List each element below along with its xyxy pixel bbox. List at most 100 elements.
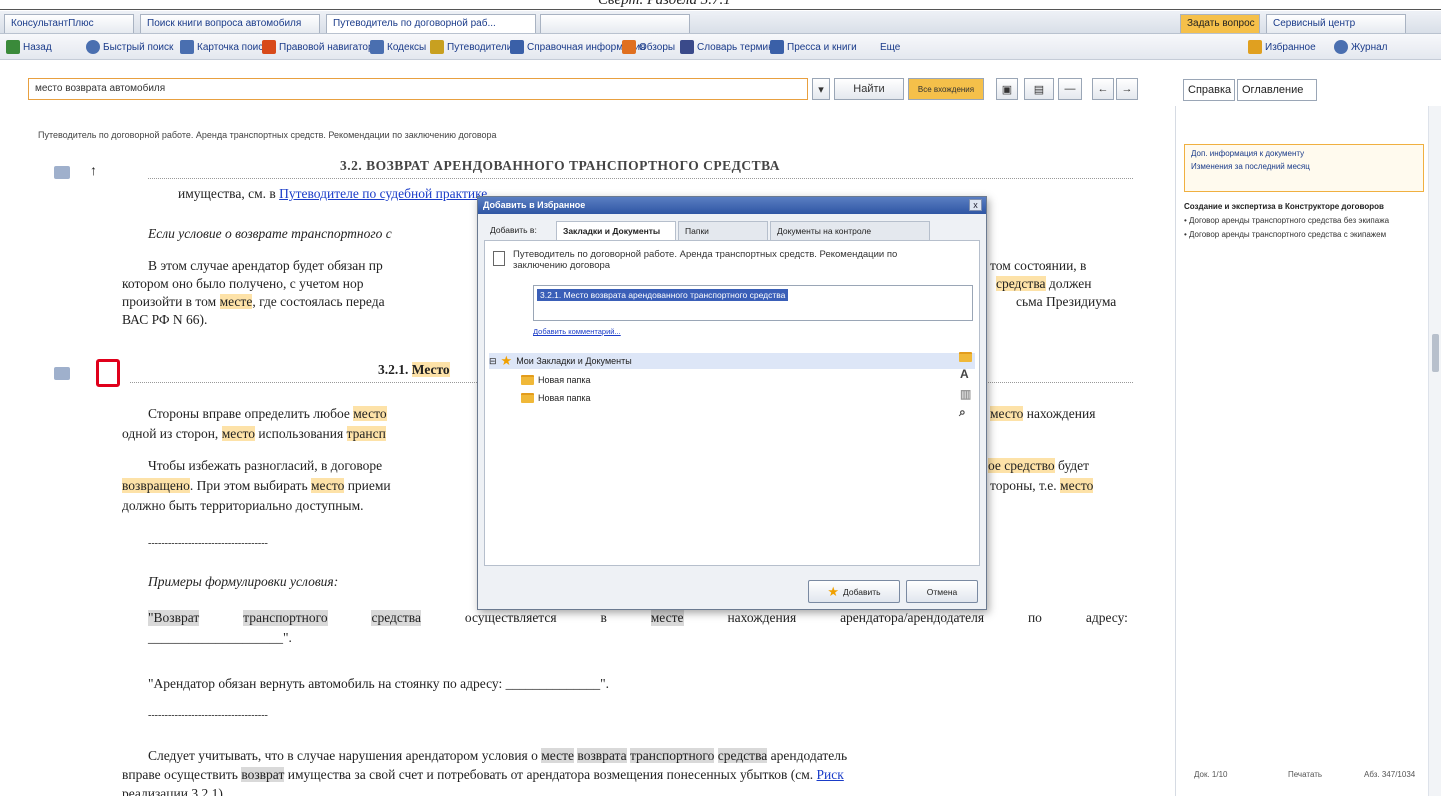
text-line: тороны, т.е. [990, 478, 1061, 493]
text-line: использования [255, 426, 347, 441]
add-to-label: Добавить в: [490, 225, 537, 235]
examples-title: Примеры формулировки условия: [148, 574, 339, 589]
text-line: Чтобы избежать разногласий, в договоре [148, 458, 383, 473]
service-center-link[interactable]: Сервисный центр [1266, 14, 1406, 33]
text-line: должно быть территориально доступным. [122, 498, 364, 513]
find-button[interactable]: Найти [834, 78, 904, 100]
guide-link[interactable]: Путеводителе по судебной практике. [279, 186, 491, 201]
scrollbar-thumb[interactable] [1432, 334, 1439, 372]
collapse-icon[interactable]: ⊟ [489, 356, 497, 367]
close-icon[interactable]: x [969, 199, 982, 211]
navigator-icon [262, 40, 276, 54]
text-line: , где состоялась переда [252, 294, 385, 309]
tab-contents[interactable]: Оглавление [1237, 79, 1317, 101]
bookmark-name-field[interactable]: 3.2.1. Место возврата арендованного тран… [533, 285, 973, 321]
highlight: место [310, 478, 345, 493]
search-input[interactable]: место возврата автомобиля [28, 78, 808, 100]
legal-navigator-button[interactable]: Правовой навигатор [262, 38, 374, 56]
history-button[interactable]: Журнал [1334, 38, 1388, 56]
changes-link[interactable]: Изменения за последний месяц [1191, 162, 1417, 171]
quick-search-button[interactable]: Быстрый поиск [86, 38, 173, 56]
folder-label: Новая папка [538, 393, 591, 403]
text-line: нахождения [1023, 406, 1096, 421]
highlight: место [221, 426, 256, 441]
favorites-button[interactable]: Избранное [1248, 38, 1316, 56]
up-arrow-icon[interactable]: ↑ [90, 162, 97, 178]
next-icon[interactable]: → [1116, 78, 1138, 100]
text-line: Стороны вправе определить любое [148, 406, 354, 421]
section-title: 3.2. ВОЗВРАТ АРЕНДОВАННОГО ТРАНСПОРТНОГО… [340, 158, 781, 173]
doc-info-box: Доп. информация к документу Изменения за… [1184, 144, 1424, 192]
constructor-link-1[interactable]: • Договор аренды транспортного средства … [1184, 216, 1429, 225]
more-button[interactable]: Еще [880, 38, 900, 56]
new-folder-icon[interactable] [959, 351, 972, 365]
prev-icon[interactable]: ← [1092, 78, 1114, 100]
chevron-down-icon: ▾ [818, 83, 824, 96]
ask-question-button[interactable]: Задать вопрос [1180, 14, 1260, 33]
text-line: В этом случае арендатор будет обязан пр [148, 258, 383, 273]
press-button[interactable]: Пресса и книги [770, 38, 857, 56]
tab-empty[interactable] [540, 14, 690, 33]
doc-counter: Док. 1/10 [1194, 770, 1228, 779]
risk-link[interactable]: Риск [817, 767, 844, 782]
tab-help[interactable]: Справка [1183, 79, 1235, 101]
delete-icon[interactable]: ▥ [960, 387, 971, 401]
search-card-button[interactable]: Карточка поиска [180, 38, 273, 56]
subsection-title: 3.2.1. [378, 362, 412, 377]
reviews-button[interactable]: Обзоры [622, 38, 675, 56]
dialog-title: Добавить в Избранное [478, 197, 986, 214]
save-icon[interactable]: ▤ [1024, 78, 1054, 100]
print-icon[interactable]: ▣ [996, 78, 1018, 100]
tab-folders[interactable]: Папки [678, 221, 768, 240]
book-icon [770, 40, 784, 54]
highlight: место [353, 406, 387, 421]
find-icon[interactable]: ⌕ [959, 405, 966, 420]
text-line: нахождения [727, 610, 797, 625]
codes-button[interactable]: Кодексы [370, 38, 426, 56]
tab-search[interactable]: Поиск книги вопроса автомобиля [140, 14, 320, 33]
add-button[interactable]: ★ Добавить [808, 580, 900, 603]
cancel-button[interactable]: Отмена [906, 580, 978, 603]
add-comment-link[interactable]: Добавить комментарий... [533, 327, 621, 336]
constructor-link-2[interactable]: • Договор аренды транспортного средства … [1184, 230, 1429, 239]
print-link[interactable]: Печатать [1288, 770, 1322, 779]
dropdown-button[interactable]: ▾ [812, 78, 830, 100]
highlight: место [990, 406, 1024, 421]
caption-text: Сверт. Раздела 3.7.1 [598, 0, 731, 8]
highlight: месте [541, 748, 575, 763]
constructor-block: Создание и экспертиза в Конструкторе дог… [1184, 202, 1429, 239]
folder-item[interactable]: Новая папка [521, 393, 590, 403]
bookmark-highlight-frame[interactable] [96, 359, 120, 387]
tab-guide[interactable]: Путеводитель по договорной раб... [326, 14, 536, 33]
bookmark-marker-icon[interactable] [54, 367, 70, 380]
star-icon [1248, 40, 1262, 54]
main-toolbar: Назад Быстрый поиск Карточка поиска Прав… [0, 34, 1441, 60]
highlight: месте [219, 294, 253, 309]
text-line: ВАС РФ N 66). [122, 312, 208, 327]
guides-button[interactable]: Путеводители [430, 38, 512, 56]
rename-icon[interactable]: A [960, 367, 969, 381]
tab-consultant[interactable]: КонсультантПлюс [4, 14, 134, 33]
codes-icon [370, 40, 384, 54]
minus-icon[interactable]: — [1058, 78, 1082, 100]
folder-icon [521, 375, 534, 385]
back-button[interactable]: Назад [6, 38, 52, 56]
all-occurrences-button[interactable]: Все вхождения [908, 78, 984, 100]
tab-bookmarks[interactable]: Закладки и Документы [556, 221, 676, 240]
highlight: месте [650, 610, 684, 626]
document-title: Путеводитель по договорной работе. Аренд… [513, 249, 898, 271]
highlight: возврата [577, 748, 627, 763]
tab-monitored[interactable]: Документы на контроле [770, 221, 930, 240]
vertical-scrollbar[interactable] [1428, 106, 1441, 796]
bookmark-marker-icon[interactable] [54, 166, 70, 179]
dictionary-button[interactable]: Словарь терминов [680, 38, 785, 56]
folder-label: Новая папка [538, 375, 591, 385]
folder-item[interactable]: Новая папка [521, 375, 590, 385]
tree-root[interactable]: ⊟ ★ Мои Закладки и Документы [489, 353, 975, 369]
highlight: средства [371, 610, 421, 626]
bookmark-name-text: 3.2.1. Место возврата арендованного тран… [537, 289, 789, 301]
search-row: место возврата автомобиля ▾ Найти Все вх… [0, 76, 1175, 104]
doc-info-link[interactable]: Доп. информация к документу [1191, 149, 1417, 158]
text-line: осуществляется [464, 610, 557, 625]
card-icon [180, 40, 194, 54]
